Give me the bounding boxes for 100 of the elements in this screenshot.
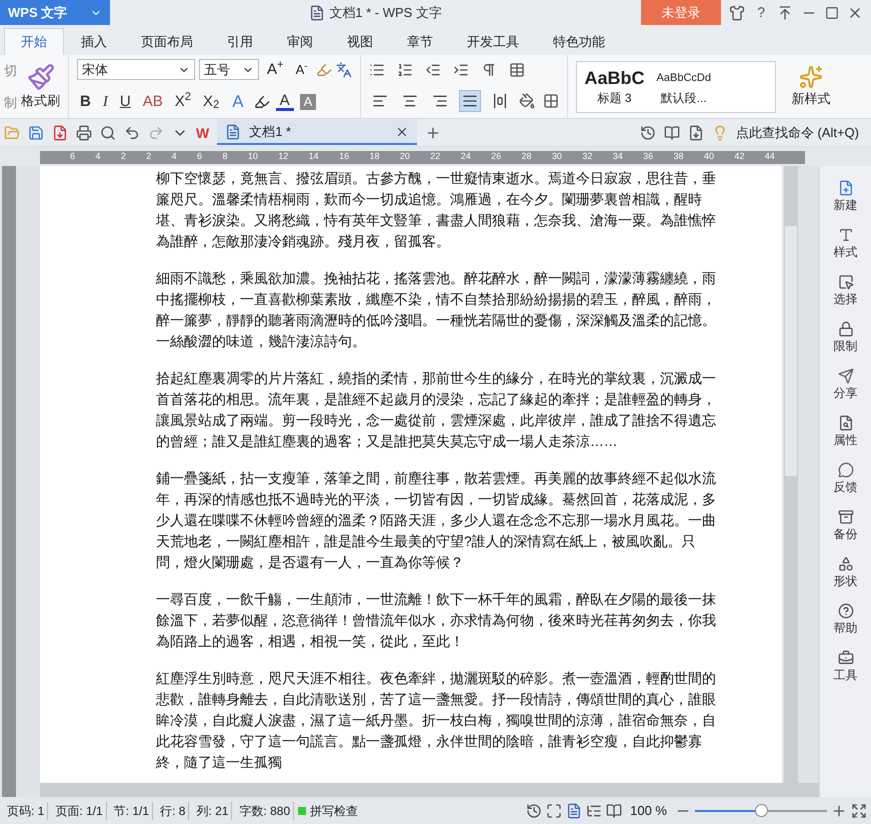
document-search-icon [838, 415, 854, 431]
sidebar-button[interactable]: 新建 [834, 196, 858, 214]
format-button[interactable]: AB [140, 90, 166, 113]
sidebar-button[interactable]: 限制 [834, 337, 858, 355]
shapes-icon [838, 556, 854, 572]
sidebar-button[interactable]: 分享 [834, 384, 858, 402]
document-paragraph: 鋪一疊箋紙，拈一支瘦筆，落筆之間，前塵往事，散若雲煙。再美麗的故事終經不起似水流年，再深的情感也抵不過時光的平淡，一切皆有因，一切皆成緣。驀然回首，花落成泥，多少人還在喋喋不休輕吟曾經的溫柔？陌路天涯，多少人還在念念不忘那一場水月風花。一曲天荒地老，一闕紅塵相許，誰是誰今生最美的守望?誰人的深情寫在紙上，被風吹亂。只問，燈火闌珊處，是否還有一人，一直為你等候？ [156, 470, 717, 572]
document-paragraph: 一尋百度，一飲千觴，一生顛沛，一世流離！飲下一杯千年的風霜，醉臥在夕陽的最後一抹餘溫下，若夢似醒，恣意徜徉！曾惜流年似水，亦求情為何物，後來時光荏苒匆匆去，你我為陌路上的過客，相遇，相視一笑，從此，至此！ [156, 591, 717, 651]
sidebar-button[interactable]: 形状 [834, 572, 858, 590]
reading-view-icon[interactable] [606, 802, 622, 818]
help-icon [838, 603, 854, 619]
align-left-icon [372, 92, 388, 108]
paint-bucket-icon[interactable] [518, 92, 535, 108]
help-button[interactable]: ? [753, 2, 769, 23]
page-view-icon[interactable] [566, 802, 582, 818]
spell-check-status[interactable]: 拼写检查 [310, 802, 358, 820]
status-field: 页面: 1/1 [52, 802, 107, 820]
sidebar-button[interactable]: 属性 [834, 431, 858, 449]
sidebar-button[interactable]: 帮助 [834, 619, 858, 637]
status-field: 字数: 880 [236, 802, 294, 820]
shirt-icon[interactable] [729, 4, 746, 20]
table-icon[interactable] [508, 62, 525, 78]
app-logo[interactable]: W [196, 126, 210, 140]
app-menu-button[interactable]: WPS 文字 [0, 0, 110, 25]
ribbon-tab[interactable]: 视图 [330, 28, 390, 55]
format-painter-button[interactable]: 格式刷 [21, 90, 60, 110]
window-title: 文档1 * - WPS 文字 [329, 4, 442, 22]
fit-window-icon[interactable] [851, 802, 867, 818]
download-icon[interactable] [688, 124, 704, 140]
format-button[interactable]: X$^{2}$ [172, 90, 194, 113]
clock-icon[interactable] [640, 124, 656, 140]
character-shading-button[interactable]: A [300, 94, 316, 110]
borders-icon[interactable] [542, 92, 559, 108]
font-select[interactable]: 宋体 [77, 59, 195, 80]
paper-plane-icon [838, 368, 854, 384]
document-icon [309, 4, 326, 20]
undo-icon[interactable] [124, 124, 140, 140]
highlighter-icon[interactable] [254, 94, 270, 110]
style-preset[interactable]: AaBbC 标题 3 [584, 66, 645, 106]
ribbon-tab[interactable]: 开始 [4, 28, 64, 55]
command-search[interactable]: 点此查找命令 (Alt+Q) [736, 122, 867, 142]
new-style-button[interactable]: 新样式 [792, 88, 831, 108]
save-icon[interactable] [28, 124, 44, 140]
horizontal-scrollbar[interactable] [40, 783, 819, 797]
document-paragraph: 細雨不識愁，乘風欲加濃。挽袖拈花，搖落雲池。醉花醉水，醉一闕詞，濛濛薄霧纏繞，雨中搖擺柳枝，一直喜歡柳葉素妝，纖塵不染，情不自禁拾那紛紛揚揚的碧玉，醉風，醉雨，醉一簾夢，靜靜的聽著雨滴瀝時的低吟淺唱。一種恍若隔世的憂傷，深深觸及溫柔的記憶。一絲酸澀的味道，幾許淒涼詩句。 [156, 270, 717, 351]
sidebar-button[interactable]: 备份 [834, 525, 858, 543]
document-tab[interactable]: 文档1 * [249, 122, 292, 142]
text-effect-button[interactable]: A [228, 89, 248, 114]
document-icon [225, 124, 242, 140]
format-button[interactable]: X$_{2}$ [200, 90, 222, 113]
style-preset[interactable]: AaBbCcDd 默认段... [656, 66, 711, 106]
new-file-icon [838, 180, 854, 196]
paragraph-icon[interactable] [480, 62, 497, 78]
format-button[interactable]: I [100, 90, 111, 113]
fullscreen-view-icon[interactable] [546, 802, 562, 818]
maximize-icon[interactable] [825, 6, 839, 20]
grow-font-button[interactable]: A$^{+}$ [263, 58, 288, 81]
lock-icon [838, 321, 854, 337]
status-field: 列: 21 [193, 802, 232, 820]
select-icon [838, 274, 854, 290]
speech-bubble-icon [838, 462, 854, 478]
document-paragraph: 柳下空懷瑟，竟無言、撥弦眉頭。古參方醜，一世癡情東逝水。焉道今日寂寂，思往昔，垂簾咫尺。溫馨柔情梧桐雨，歎而今一切成追憶。鴻雁過，在今夕。闌珊夢裏曾相識，醒時堪、青衫淚染。又將愁織，恃有英年文豎筆，書盡人間狼藉，怎奈我、滄海一粟。為誰憔悴為誰醉，怎敵那淒冷銷魂跡。殘月夜，留孤客。 [156, 170, 717, 251]
export-pdf-icon[interactable] [52, 124, 68, 140]
font-size-select[interactable]: 五号 [199, 59, 259, 80]
font-color-button[interactable]: A [276, 92, 294, 111]
status-field: 页码: 1 [4, 802, 48, 820]
sidebar-button[interactable]: 样式 [834, 243, 858, 261]
ribbon-tab[interactable]: 插入 [64, 28, 124, 55]
bullet-list-icon[interactable] [368, 62, 385, 78]
ribbon-tab[interactable]: 页面布局 [124, 28, 210, 55]
ribbon-tab[interactable]: 特色功能 [536, 28, 622, 55]
align-justify-button[interactable] [458, 90, 481, 112]
print-icon[interactable] [76, 124, 92, 140]
print-preview-icon[interactable] [100, 124, 116, 140]
book-icon[interactable] [664, 124, 680, 140]
outdent-icon[interactable] [424, 62, 441, 78]
zoom-slider-thumb[interactable] [755, 804, 768, 816]
upload-icon[interactable] [777, 4, 793, 20]
numbered-list-icon[interactable] [396, 62, 413, 78]
indent-icon[interactable] [452, 62, 469, 78]
shrink-font-button[interactable]: A$^{-}$ [292, 60, 312, 80]
backup-icon [838, 509, 854, 525]
horizontal-ruler: 6 4 2 2 4 6 8 10 12 14 16 18 20 22 24 26 28 30 32 34 36 38 40 42 44 [40, 150, 805, 164]
format-button[interactable]: B [77, 90, 94, 113]
sidebar-button[interactable]: 反馈 [834, 478, 858, 496]
paintbrush-icon[interactable] [26, 62, 54, 91]
ribbon-tab[interactable]: 审阅 [270, 28, 330, 55]
vertical-scrollbar[interactable] [784, 166, 798, 783]
format-button[interactable]: U [116, 90, 134, 113]
status-field: 节: 1/1 [110, 802, 154, 820]
zoom-in-icon[interactable] [831, 802, 847, 818]
phonetic-icon[interactable] [336, 62, 352, 78]
text-style-icon [838, 227, 854, 243]
history-icon[interactable] [526, 802, 542, 818]
ribbon-tab[interactable]: 开发工具 [450, 28, 536, 55]
outline-view-icon[interactable] [586, 802, 602, 818]
ribbon-tab[interactable]: 引用 [210, 28, 270, 55]
sidebar-button[interactable]: 选择 [834, 290, 858, 308]
ribbon-tab[interactable]: 章节 [390, 28, 450, 55]
sidebar-button[interactable]: 工具 [834, 666, 858, 684]
